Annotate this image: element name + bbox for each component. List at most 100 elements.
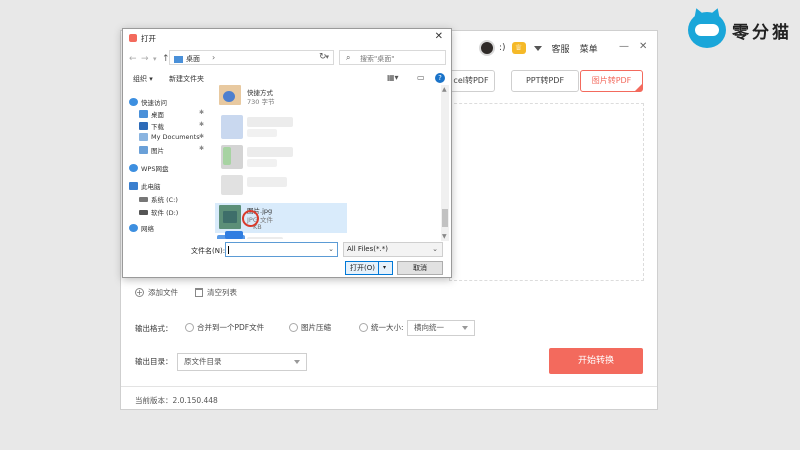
nav-drive-d-label: 软件 (D:) <box>151 209 179 217</box>
address-path: 桌面 <box>186 55 200 63</box>
recent-chevron-icon[interactable]: ▾ <box>153 55 157 63</box>
file-list-scrollbar[interactable]: ▲ ▼ <box>441 85 449 241</box>
nav-drive-c[interactable]: 系统 (C:) <box>139 194 178 204</box>
close-icon[interactable]: ✕ <box>639 41 647 52</box>
drive-icon <box>139 209 148 215</box>
radio-icon <box>359 323 368 332</box>
preview-pane-icon[interactable]: ▭ <box>417 73 425 82</box>
vip-crown-icon[interactable]: ♕ <box>511 42 526 54</box>
chevron-down-icon[interactable]: ⌄ <box>328 245 334 253</box>
dialog-title: 打开 <box>141 34 156 43</box>
user-menu-chevron-icon[interactable] <box>533 45 542 51</box>
nav-pictures-label: 图片 <box>151 147 164 155</box>
output-dir-select[interactable]: 原文件目录 <box>177 353 307 371</box>
drive-icon <box>139 196 148 202</box>
breadcrumb-chevron-icon[interactable]: › <box>212 53 215 62</box>
help-icon[interactable]: ? <box>435 73 445 83</box>
nav-pictures[interactable]: 图片 <box>139 145 164 155</box>
desktop-folder-icon <box>174 55 183 63</box>
nav-my-documents[interactable]: My Documents <box>139 133 200 141</box>
option-merge-pdf-label: 合并到一个PDF文件 <box>197 323 265 332</box>
customer-service-link[interactable]: 客服 <box>552 42 570 55</box>
network-icon <box>129 224 138 232</box>
navigation-pane: 快速访问 桌面 ✱ 下载 ✱ My Documents ✱ 图片 ✱ WPS网盘… <box>125 87 213 237</box>
nav-desktop[interactable]: 桌面 <box>139 109 164 119</box>
computer-icon <box>129 182 138 190</box>
cloud-icon <box>129 164 138 172</box>
organize-menu[interactable]: 组织 ▾ <box>133 74 153 84</box>
address-bar[interactable]: 桌面 › ▾ <box>169 50 334 65</box>
output-dir-label: 输出目录： <box>135 357 173 366</box>
tab-ppt-to-pdf[interactable]: PPT转PDF <box>511 70 579 92</box>
cancel-button[interactable]: 取消 <box>397 261 443 275</box>
scrollbar-thumb[interactable] <box>442 209 448 227</box>
desktop-folder-icon <box>139 110 148 118</box>
forward-arrow-icon[interactable]: → <box>141 54 149 64</box>
search-icon: ⌕ <box>346 53 351 62</box>
option-merge-pdf[interactable]: 合并到一个PDF文件 <box>185 322 264 333</box>
scroll-up-icon[interactable]: ▲ <box>442 86 447 93</box>
blurred-thumbnail <box>223 147 231 165</box>
tab-excel-to-pdf[interactable]: cel转PDF <box>447 70 495 92</box>
pin-icon: ✱ <box>199 133 205 140</box>
minimize-icon[interactable]: — <box>619 41 629 52</box>
nav-quick-access[interactable]: 快速访问 <box>129 97 167 107</box>
open-file-dialog: 打开 ✕ ← → ▾ ↑ 桌面 › ▾ ↻ ⌕ 搜索"桌面" 组织 ▾ 新建文件… <box>122 28 452 278</box>
nav-quick-access-label: 快速访问 <box>141 99 167 107</box>
nav-desktop-label: 桌面 <box>151 111 164 119</box>
nav-this-pc-label: 此电脑 <box>141 183 161 191</box>
blurred-text <box>247 147 293 157</box>
add-file-label: 添加文件 <box>148 288 178 297</box>
search-placeholder: 搜索"桌面" <box>360 55 395 63</box>
scroll-down-icon[interactable]: ▼ <box>442 233 447 240</box>
size-select-value: 横向统一 <box>414 323 444 332</box>
file-meta: 730 字节 <box>247 98 275 106</box>
avatar[interactable] <box>479 40 495 56</box>
chevron-down-icon: ⌄ <box>432 245 438 253</box>
refresh-icon[interactable]: ↻ <box>319 52 327 62</box>
open-button[interactable]: 打开(O) ▾ <box>345 261 393 275</box>
nav-wps-cloud[interactable]: WPS网盘 <box>129 163 168 173</box>
output-dir-value: 原文件目录 <box>184 357 222 366</box>
nav-network[interactable]: 网络 <box>129 223 154 233</box>
size-select[interactable]: 横向统一 <box>407 320 475 336</box>
nav-drive-d[interactable]: 软件 (D:) <box>139 207 178 217</box>
new-folder-button[interactable]: 新建文件夹 <box>169 74 204 84</box>
nav-downloads-label: 下载 <box>151 123 164 131</box>
option-image-compress[interactable]: 图片压缩 <box>289 322 331 333</box>
clear-list-button[interactable]: 清空列表 <box>195 287 237 298</box>
add-file-button[interactable]: + 添加文件 <box>135 287 178 298</box>
back-arrow-icon[interactable]: ← <box>129 54 137 64</box>
chevron-down-icon <box>294 360 300 364</box>
start-convert-button[interactable]: 开始转换 <box>549 348 643 374</box>
trash-icon <box>195 288 203 297</box>
nav-my-documents-label: My Documents <box>151 133 200 141</box>
filetype-select[interactable]: All Files(*.*) ⌄ <box>343 242 443 257</box>
option-uniform-size[interactable]: 统一大小: <box>359 322 404 333</box>
nav-drive-c-label: 系统 (C:) <box>151 196 178 204</box>
open-button-label: 打开(O) <box>350 264 375 272</box>
option-image-compress-label: 图片压缩 <box>301 323 331 332</box>
nav-this-pc[interactable]: 此电脑 <box>129 181 161 191</box>
blurred-text <box>247 159 277 167</box>
dialog-titlebar[interactable]: 打开 ✕ <box>123 29 451 47</box>
close-icon[interactable]: ✕ <box>435 31 443 42</box>
filetype-value: All Files(*.*) <box>347 245 388 253</box>
tab-image-to-pdf[interactable]: 图片转PDF <box>580 70 643 92</box>
search-input[interactable]: ⌕ 搜索"桌面" <box>339 50 446 65</box>
blurred-thumbnail <box>221 175 243 195</box>
menu-link[interactable]: 菜单 <box>580 42 598 55</box>
blurred-text <box>247 237 283 239</box>
view-options-icon[interactable]: ▦▾ <box>387 73 399 82</box>
nav-downloads[interactable]: 下载 <box>139 121 164 131</box>
filename-input[interactable]: ⌄ <box>225 242 338 257</box>
list-item[interactable]: 快捷方式 730 字节 <box>219 85 349 107</box>
open-options-chevron-icon[interactable]: ▾ <box>383 262 386 274</box>
radio-icon <box>185 323 194 332</box>
documents-icon <box>139 133 148 141</box>
pin-icon: ✱ <box>199 109 205 116</box>
brand-name: 零分猫 <box>732 23 792 43</box>
file-drop-zone[interactable] <box>449 103 644 281</box>
list-item-image-jpg[interactable]: 图片.jpg JPG 文件 KB <box>219 205 349 233</box>
split-divider <box>378 262 379 274</box>
